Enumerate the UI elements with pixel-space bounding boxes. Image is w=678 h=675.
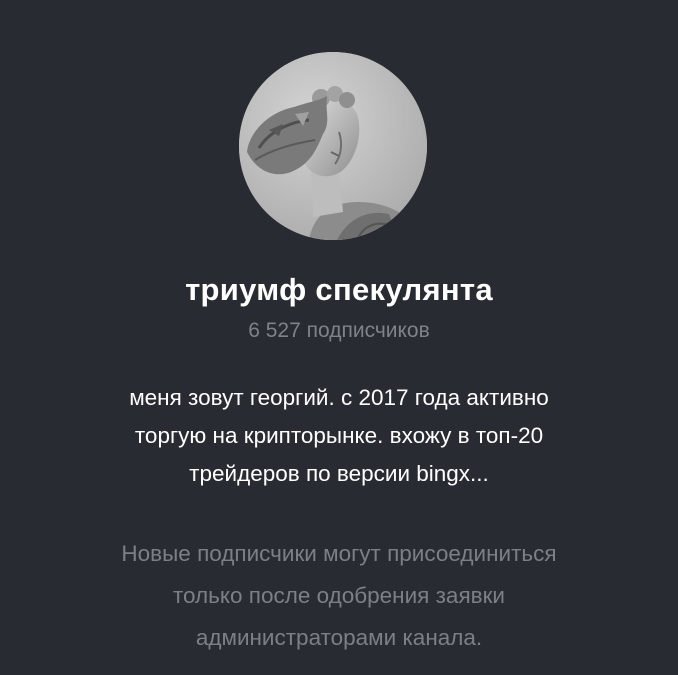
- channel-description: меня зовут георгий. с 2017 года активно …: [40, 379, 638, 493]
- channel-info-screen: триумф спекулянта 6 527 подписчиков меня…: [0, 0, 678, 675]
- join-approval-notice: Новые подписчики могут присоединиться то…: [30, 533, 648, 659]
- description-line: торгую на крипторынке. вхожу в топ-20: [134, 423, 544, 448]
- description-line: меня зовут георгий. с 2017 года активно: [129, 385, 549, 410]
- statue-head-icon: [239, 52, 427, 240]
- notice-line: Новые подписчики могут присоединиться: [121, 541, 557, 566]
- notice-line: только после одобрения заявки: [172, 583, 505, 608]
- channel-title: триумф спекулянта: [185, 272, 493, 307]
- notice-line: администраторами канала.: [195, 625, 483, 650]
- description-line: трейдеров по версии bingx...: [189, 461, 489, 486]
- subscriber-count: 6 527 подписчиков: [248, 319, 430, 342]
- channel-avatar[interactable]: [239, 52, 427, 240]
